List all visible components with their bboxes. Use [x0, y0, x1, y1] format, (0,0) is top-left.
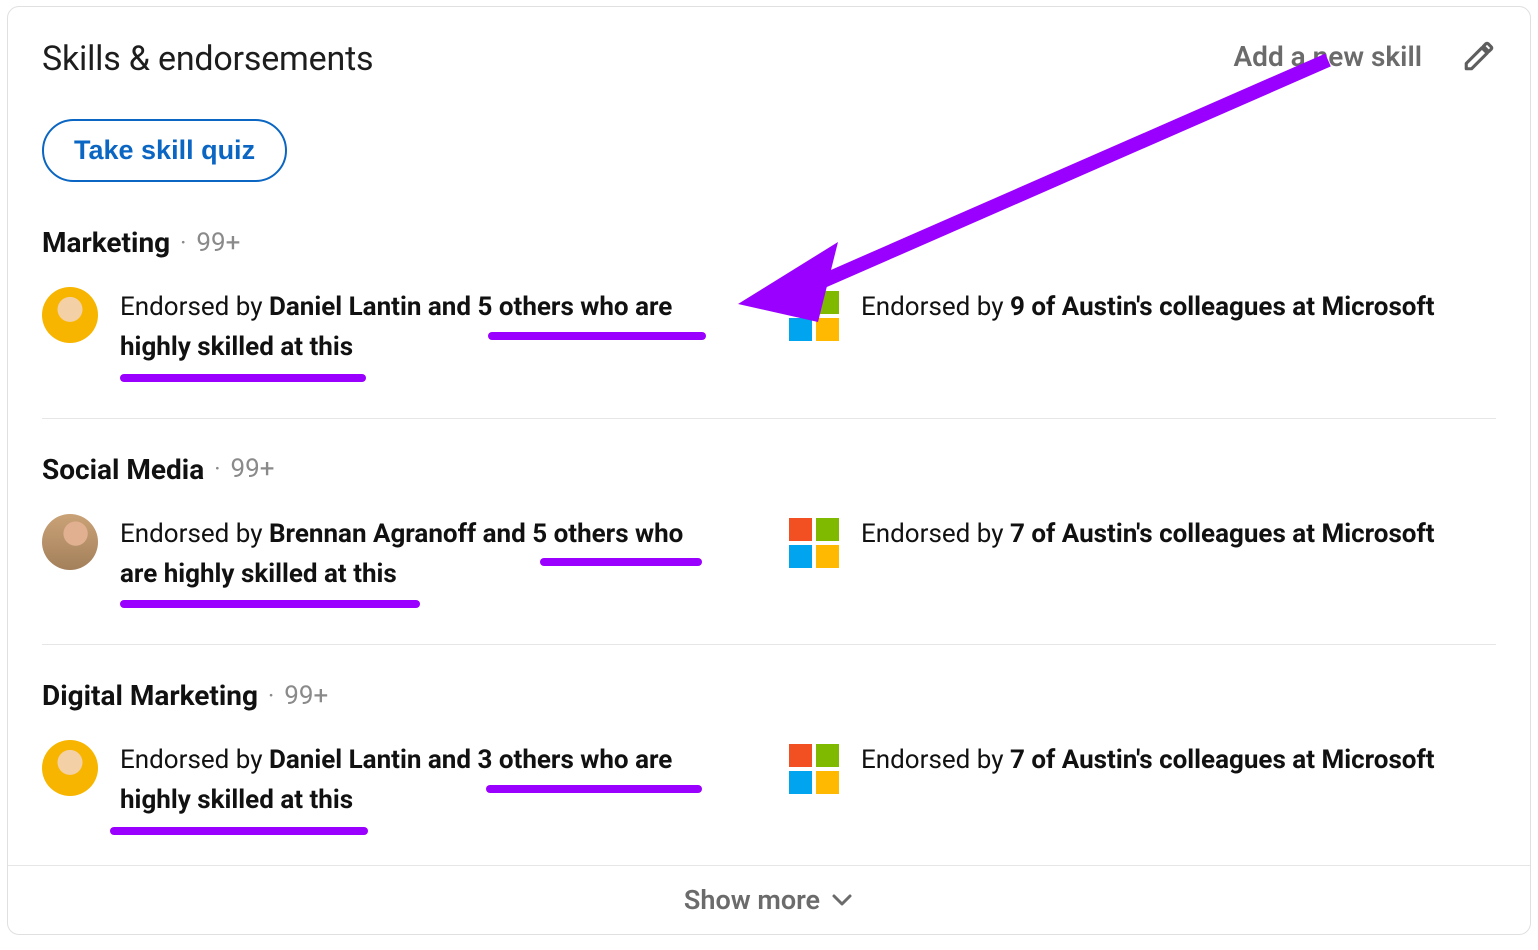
- chevron-down-icon: [830, 888, 854, 912]
- section-title: Skills & endorsements: [42, 39, 373, 79]
- endorse-prefix: Endorsed by: [861, 745, 1010, 775]
- endorsement-row: Endorsed by Daniel Lantin and 3 others w…: [42, 740, 1496, 835]
- separator-dot: ·: [180, 229, 186, 257]
- skill-title-row: Social Media · 99+: [42, 453, 1496, 486]
- endorser-avatar: [42, 514, 98, 570]
- show-more-button[interactable]: Show more: [8, 865, 1530, 934]
- person-endorsement[interactable]: Endorsed by Brennan Agranoff and 5 other…: [42, 514, 749, 609]
- annotation-underline: [120, 374, 366, 382]
- microsoft-logo-icon: [789, 291, 839, 341]
- endorsement-text: Endorsed by 9 of Austin's colleagues at …: [861, 287, 1435, 327]
- endorsement-count[interactable]: 99+: [230, 454, 274, 484]
- skill-title-row: Marketing · 99+: [42, 226, 1496, 259]
- separator-dot: ·: [268, 682, 274, 710]
- endorsement-row: Endorsed by Brennan Agranoff and 5 other…: [42, 514, 1496, 609]
- skill-name[interactable]: Social Media: [42, 453, 204, 486]
- skill-name[interactable]: Marketing: [42, 226, 170, 259]
- separator-dot: ·: [214, 455, 220, 483]
- person-endorsement[interactable]: Endorsed by Daniel Lantin and 3 others w…: [42, 740, 749, 835]
- endorse-bold: 7 of Austin's colleagues at Microsoft: [1010, 519, 1435, 549]
- endorsement-count[interactable]: 99+: [196, 228, 240, 258]
- section-header: Skills & endorsements Add a new skill: [42, 39, 1496, 79]
- person-endorsement[interactable]: Endorsed by Daniel Lantin and 5 others w…: [42, 287, 749, 382]
- endorsement-text: Endorsed by Daniel Lantin and 3 others w…: [120, 740, 710, 835]
- endorsement-count[interactable]: 99+: [284, 681, 328, 711]
- endorsement-text: Endorsed by 7 of Austin's colleagues at …: [861, 740, 1435, 780]
- annotation-underline: [110, 827, 368, 835]
- skill-name[interactable]: Digital Marketing: [42, 679, 258, 712]
- take-skill-quiz-button[interactable]: Take skill quiz: [42, 119, 287, 182]
- show-more-label: Show more: [684, 884, 820, 916]
- microsoft-logo-icon: [789, 518, 839, 568]
- endorse-bold: 7 of Austin's colleagues at Microsoft: [1010, 745, 1435, 775]
- company-endorsement[interactable]: Endorsed by 7 of Austin's colleagues at …: [789, 514, 1496, 609]
- annotation-underline: [488, 332, 706, 340]
- skills-panel: Skills & endorsements Add a new skill Ta…: [7, 6, 1531, 935]
- skill-block: Marketing · 99+ Endorsed by Daniel Lanti…: [42, 226, 1496, 412]
- endorsement-text: Endorsed by Daniel Lantin and 5 others w…: [120, 287, 710, 382]
- annotation-underline: [120, 600, 420, 608]
- skill-block: Social Media · 99+ Endorsed by Brennan A…: [42, 418, 1496, 639]
- annotation-underline: [486, 785, 702, 793]
- endorse-bold: 9 of Austin's colleagues at Microsoft: [1010, 292, 1435, 322]
- microsoft-logo-icon: [789, 744, 839, 794]
- skill-title-row: Digital Marketing · 99+: [42, 679, 1496, 712]
- header-actions: Add a new skill: [1233, 39, 1496, 73]
- pencil-icon[interactable]: [1462, 39, 1496, 73]
- annotation-underline: [540, 558, 702, 566]
- endorsement-row: Endorsed by Daniel Lantin and 5 others w…: [42, 287, 1496, 382]
- endorser-avatar: [42, 287, 98, 343]
- add-skill-link[interactable]: Add a new skill: [1233, 40, 1422, 73]
- endorser-avatar: [42, 740, 98, 796]
- endorse-prefix: Endorsed by: [861, 292, 1010, 322]
- company-endorsement[interactable]: Endorsed by 7 of Austin's colleagues at …: [789, 740, 1496, 835]
- endorse-prefix: Endorsed by: [861, 519, 1010, 549]
- endorsement-text: Endorsed by Brennan Agranoff and 5 other…: [120, 514, 710, 609]
- company-endorsement[interactable]: Endorsed by 9 of Austin's colleagues at …: [789, 287, 1496, 382]
- skill-block: Digital Marketing · 99+ Endorsed by Dani…: [42, 644, 1496, 865]
- endorsement-text: Endorsed by 7 of Austin's colleagues at …: [861, 514, 1435, 554]
